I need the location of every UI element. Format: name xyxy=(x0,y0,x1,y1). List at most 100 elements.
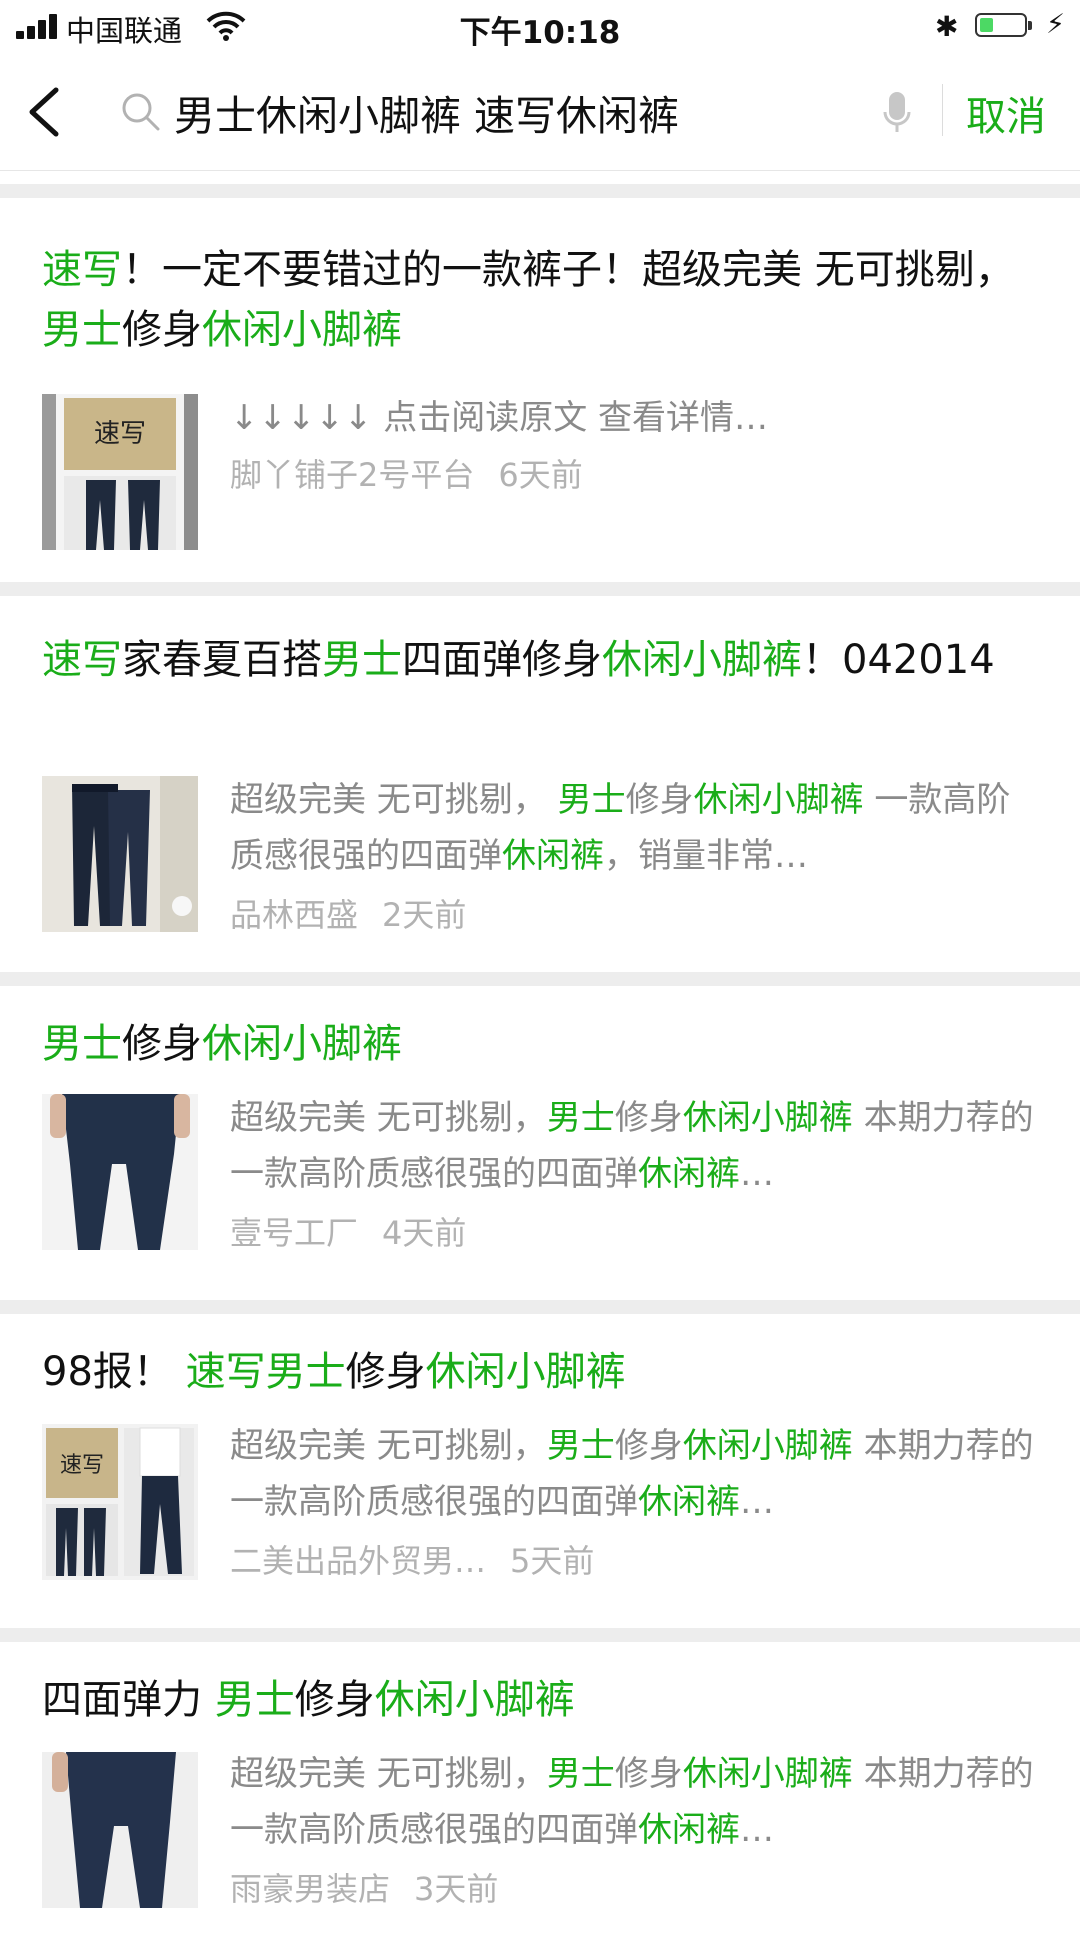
keyword-highlight: 休闲小脚裤 xyxy=(602,637,802,683)
result-card[interactable]: 四面弹力 男士修身休闲小脚裤 超级完美 无可挑剔，男士修身休闲小脚裤 本期力荐的… xyxy=(0,1642,1080,1956)
microphone-icon[interactable] xyxy=(882,90,912,136)
clock: 下午10:18 xyxy=(459,15,621,51)
keyword-highlight: 休闲裤 xyxy=(638,1810,740,1850)
text-segment: 超级完美 无可挑剔， xyxy=(230,1426,547,1466)
result-source: 二美出品外贸男… xyxy=(230,1542,487,1580)
keyword-highlight: 男士 xyxy=(546,1426,615,1466)
text-segment: ，销量非常… xyxy=(604,836,808,876)
result-title: 四面弹力 男士修身休闲小脚裤 xyxy=(42,1670,1040,1730)
text-segment: 修身 xyxy=(122,307,202,353)
result-snippet: 超级完美 无可挑剔， 男士修身休闲小脚裤 一款高阶质感很强的四面弹休闲裤，销量非… xyxy=(230,772,1040,884)
keyword-highlight: 速写 xyxy=(42,247,122,293)
keyword-highlight: 休闲裤 xyxy=(638,1482,740,1522)
search-box[interactable] xyxy=(112,74,942,150)
text-segment: ↓↓↓↓↓ 点击阅读原文 查看详情… xyxy=(230,398,769,438)
search-results: 速写！一定不要错过的一款裤子！超级完美 无可挑剔，男士修身休闲小脚裤 速写 ↓↓… xyxy=(0,184,1080,1956)
result-thumbnail xyxy=(42,776,198,932)
section-separator xyxy=(0,1628,1080,1642)
result-thumbnail xyxy=(42,1752,198,1908)
result-title: 速写家春夏百搭男士四面弹修身休闲小脚裤！042014 xyxy=(42,630,1040,690)
text-segment: … xyxy=(740,1154,774,1194)
result-card[interactable]: 速写家春夏百搭男士四面弹修身休闲小脚裤！042014 超级完美 无可挑剔， 男士… xyxy=(0,596,1080,972)
keyword-highlight: 速写男士 xyxy=(185,1349,346,1395)
search-header: 取消 xyxy=(0,54,1080,171)
result-time: 4天前 xyxy=(382,1214,467,1252)
result-snippet: 超级完美 无可挑剔，男士修身休闲小脚裤 本期力荐的一款高阶质感很强的四面弹休闲裤… xyxy=(230,1090,1040,1202)
result-thumbnail: 速写 xyxy=(42,1424,198,1580)
result-time: 5天前 xyxy=(510,1542,595,1580)
text-segment: 四面弹力 xyxy=(42,1677,215,1723)
result-title: 速写！一定不要错过的一款裤子！超级完美 无可挑剔，男士修身休闲小脚裤 xyxy=(42,240,1040,360)
text-segment: 修身 xyxy=(614,1754,683,1794)
section-separator xyxy=(0,184,1080,198)
text-segment: 家春夏百搭 xyxy=(122,637,322,683)
keyword-highlight: 休闲小脚裤 xyxy=(682,1426,853,1466)
result-snippet: 超级完美 无可挑剔，男士修身休闲小脚裤 本期力荐的一款高阶质感很强的四面弹休闲裤… xyxy=(230,1746,1040,1858)
keyword-highlight: 男士 xyxy=(557,780,626,820)
keyword-highlight: 休闲小脚裤 xyxy=(202,307,402,353)
text-segment: 超级完美 无可挑剔， xyxy=(230,1098,547,1138)
result-thumbnail xyxy=(42,1094,198,1250)
text-segment: 四面弹修身 xyxy=(402,637,602,683)
section-separator xyxy=(0,1300,1080,1314)
text-segment: ！一定不要错过的一款裤子！超级完美 无可挑剔， xyxy=(122,247,1015,293)
battery-icon xyxy=(975,13,1032,37)
keyword-highlight: 休闲小脚裤 xyxy=(693,780,864,820)
result-meta: 品林西盛 2天前 xyxy=(230,890,466,936)
result-source: 雨豪男装店 xyxy=(230,1870,391,1908)
keyword-highlight: 休闲小脚裤 xyxy=(374,1677,575,1723)
result-snippet: ↓↓↓↓↓ 点击阅读原文 查看详情… xyxy=(230,390,1040,446)
section-separator xyxy=(0,582,1080,596)
section-separator xyxy=(0,972,1080,986)
result-source: 品林西盛 xyxy=(230,896,359,934)
svg-text:速写: 速写 xyxy=(60,1453,104,1478)
result-snippet: 超级完美 无可挑剔，男士修身休闲小脚裤 本期力荐的一款高阶质感很强的四面弹休闲裤… xyxy=(230,1418,1040,1530)
text-segment: 修身 xyxy=(625,780,694,820)
result-meta: 壹号工厂 4天前 xyxy=(230,1208,466,1254)
back-arrow-icon[interactable] xyxy=(22,82,82,142)
text-segment: 修身 xyxy=(122,1021,202,1067)
text-segment: 修身 xyxy=(614,1426,683,1466)
status-bar: 中国联通 下午10:18 ✱ ⚡ xyxy=(0,0,1080,54)
keyword-highlight: 休闲小脚裤 xyxy=(202,1021,402,1067)
text-segment: 超级完美 无可挑剔， xyxy=(230,780,558,820)
result-meta: 脚丫铺子2号平台 6天前 xyxy=(230,450,583,496)
keyword-highlight: 男士 xyxy=(42,1021,122,1067)
keyword-highlight: 男士 xyxy=(214,1677,295,1723)
result-card[interactable]: 98报！ 速写男士修身休闲小脚裤 速写 超级完美 无可挑剔，男士修身休闲小脚裤 … xyxy=(0,1314,1080,1628)
result-time: 3天前 xyxy=(414,1870,499,1908)
result-title: 男士修身休闲小脚裤 xyxy=(42,1014,1040,1074)
text-segment: … xyxy=(740,1810,774,1850)
keyword-highlight: 休闲小脚裤 xyxy=(682,1098,853,1138)
result-source: 脚丫铺子2号平台 xyxy=(230,456,475,494)
bluetooth-icon: ✱ xyxy=(935,10,959,43)
search-input[interactable] xyxy=(174,83,834,141)
result-time: 6天前 xyxy=(498,456,583,494)
result-card[interactable]: 男士修身休闲小脚裤 超级完美 无可挑剔，男士修身休闲小脚裤 本期力荐的一款高阶质… xyxy=(0,986,1080,1300)
result-meta: 二美出品外贸男… 5天前 xyxy=(230,1536,594,1582)
result-time: 2天前 xyxy=(382,896,467,934)
result-card[interactable]: 速写！一定不要错过的一款裤子！超级完美 无可挑剔，男士修身休闲小脚裤 速写 ↓↓… xyxy=(0,198,1080,582)
result-source: 壹号工厂 xyxy=(230,1214,359,1252)
divider xyxy=(942,84,943,136)
text-segment: 98报！ xyxy=(42,1349,186,1395)
search-icon xyxy=(122,93,160,131)
text-segment: ！042014 xyxy=(802,637,995,683)
text-segment: … xyxy=(740,1482,774,1522)
text-segment: 修身 xyxy=(294,1677,375,1723)
keyword-highlight: 休闲裤 xyxy=(638,1154,740,1194)
cancel-button[interactable]: 取消 xyxy=(966,84,1046,142)
keyword-highlight: 男士 xyxy=(322,637,402,683)
keyword-highlight: 休闲小脚裤 xyxy=(425,1349,626,1395)
keyword-highlight: 男士 xyxy=(42,307,122,353)
keyword-highlight: 男士 xyxy=(546,1754,615,1794)
result-meta: 雨豪男装店 3天前 xyxy=(230,1864,498,1910)
text-segment: 超级完美 无可挑剔， xyxy=(230,1754,547,1794)
text-segment: 修身 xyxy=(614,1098,683,1138)
keyword-highlight: 休闲小脚裤 xyxy=(682,1754,853,1794)
result-title: 98报！ 速写男士修身休闲小脚裤 xyxy=(42,1342,1040,1402)
charging-icon: ⚡ xyxy=(1046,9,1065,40)
keyword-highlight: 速写 xyxy=(42,637,122,683)
svg-text:速写: 速写 xyxy=(94,419,146,449)
keyword-highlight: 男士 xyxy=(546,1098,615,1138)
